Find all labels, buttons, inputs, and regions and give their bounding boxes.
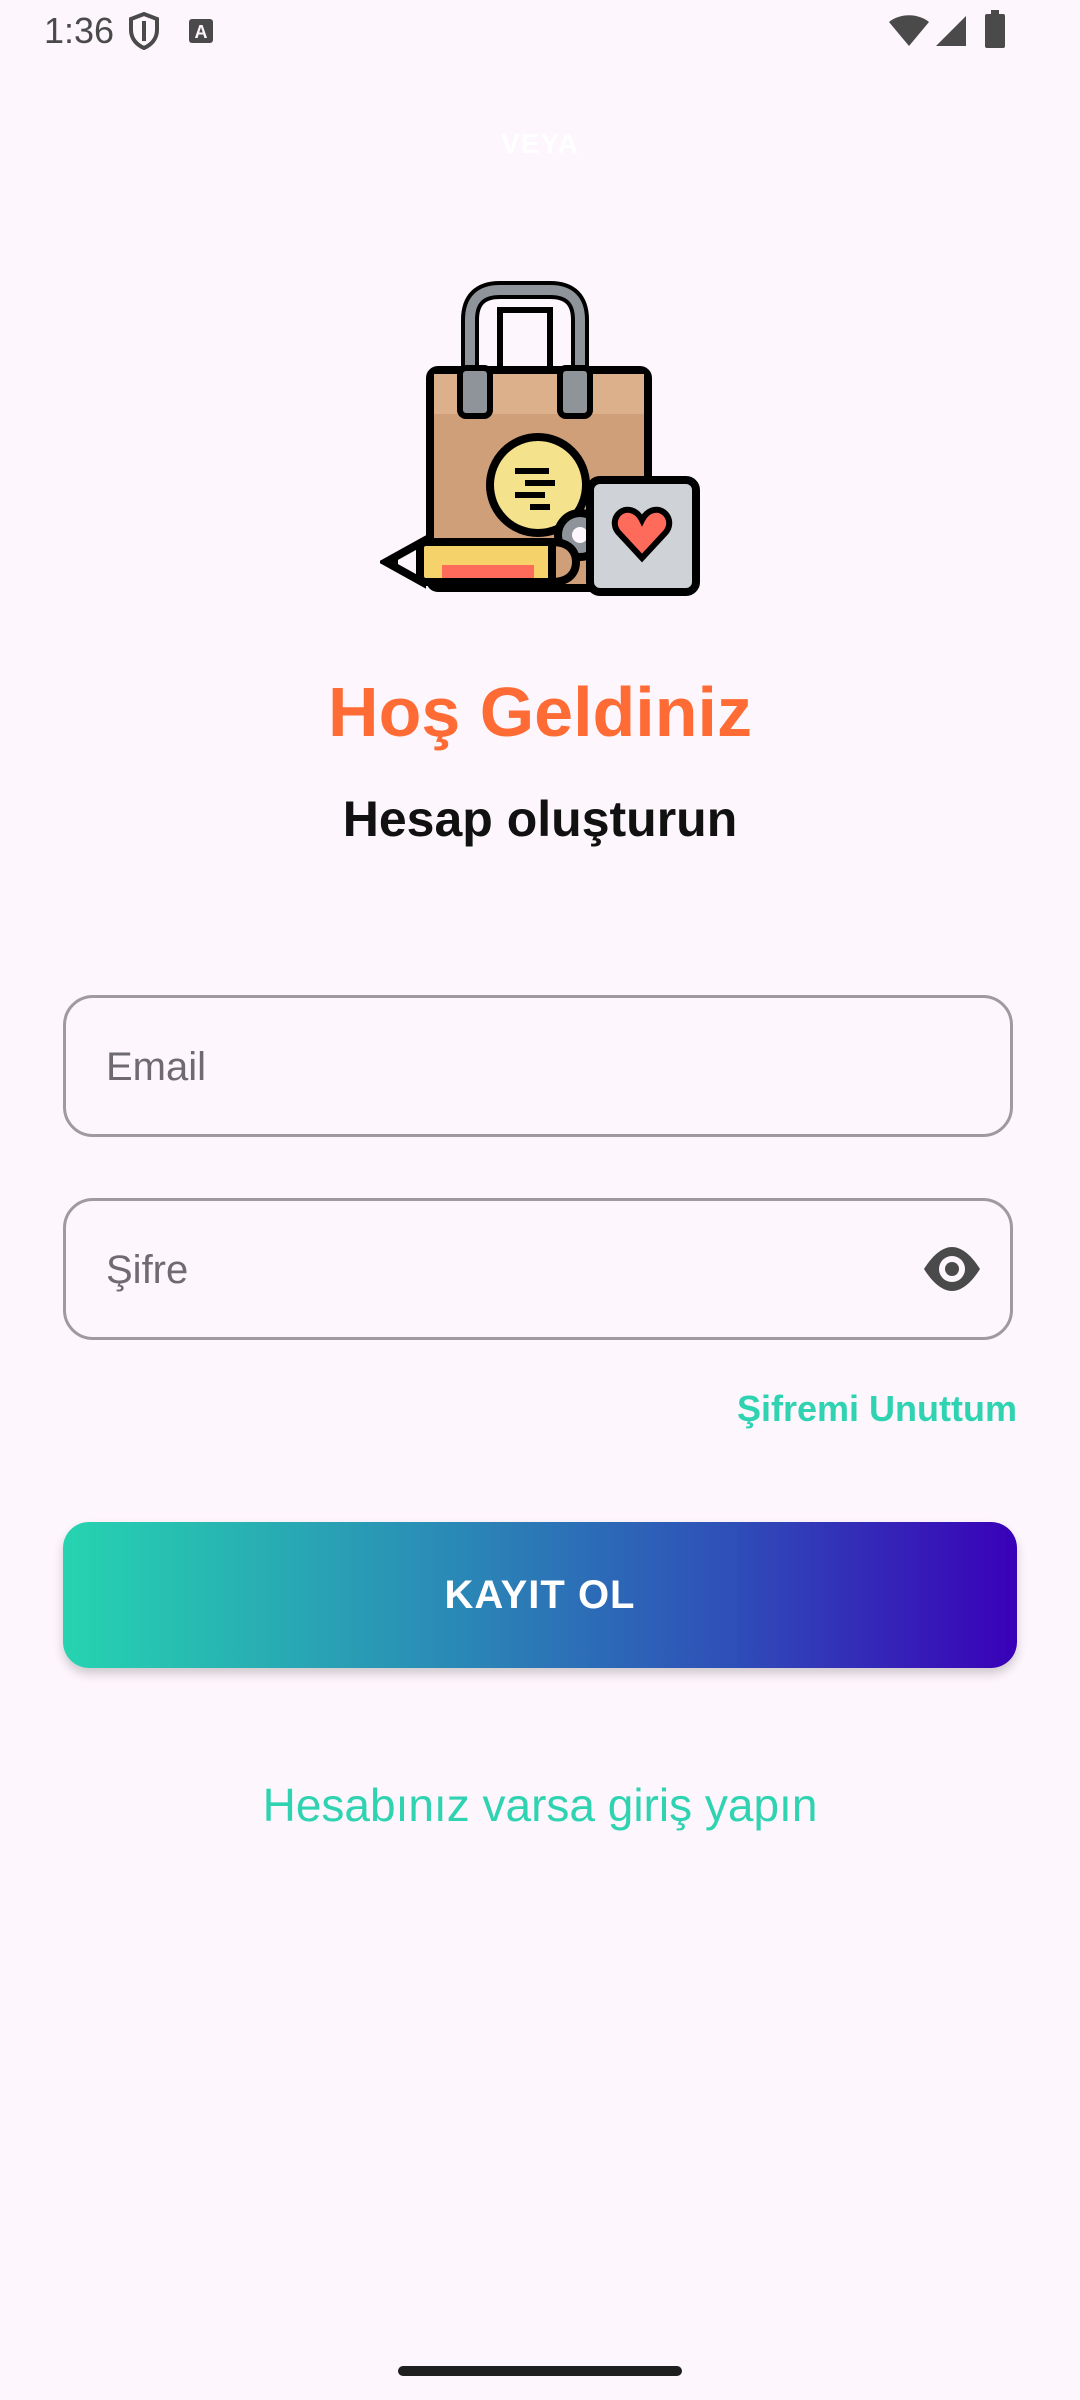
create-account-subtitle: Hesap oluşturun — [342, 791, 738, 847]
welcome-title: Hoş Geldiniz — [328, 673, 752, 751]
shopping-bag-icon — [380, 281, 700, 596]
email-field-container — [63, 995, 1013, 1137]
register-button[interactable]: KAYIT OL — [63, 1522, 1017, 1668]
forgot-password-link[interactable]: Şifremi Unuttum — [737, 1388, 1017, 1430]
a-box-icon: A — [189, 19, 213, 43]
status-time: 1:36 — [44, 10, 115, 51]
veya-label: VEYA — [501, 128, 579, 159]
home-indicator[interactable] — [398, 2366, 682, 2376]
status-bar: 1:36 A — [0, 0, 1080, 64]
eye-icon[interactable] — [922, 1241, 982, 1297]
password-input[interactable] — [104, 1201, 928, 1339]
shield-icon — [129, 12, 159, 50]
wifi-icon — [889, 15, 929, 46]
signal-icon — [936, 16, 966, 46]
battery-icon — [985, 10, 1005, 48]
email-input[interactable] — [104, 998, 928, 1136]
svg-text:A: A — [195, 22, 208, 42]
password-field-container — [63, 1198, 1013, 1340]
register-screen: 1:36 A VEYA Hoş Geldiniz Hesap oluşturun… — [0, 0, 1080, 2400]
login-link[interactable]: Hesabınız varsa giriş yapın — [0, 1778, 1080, 1832]
